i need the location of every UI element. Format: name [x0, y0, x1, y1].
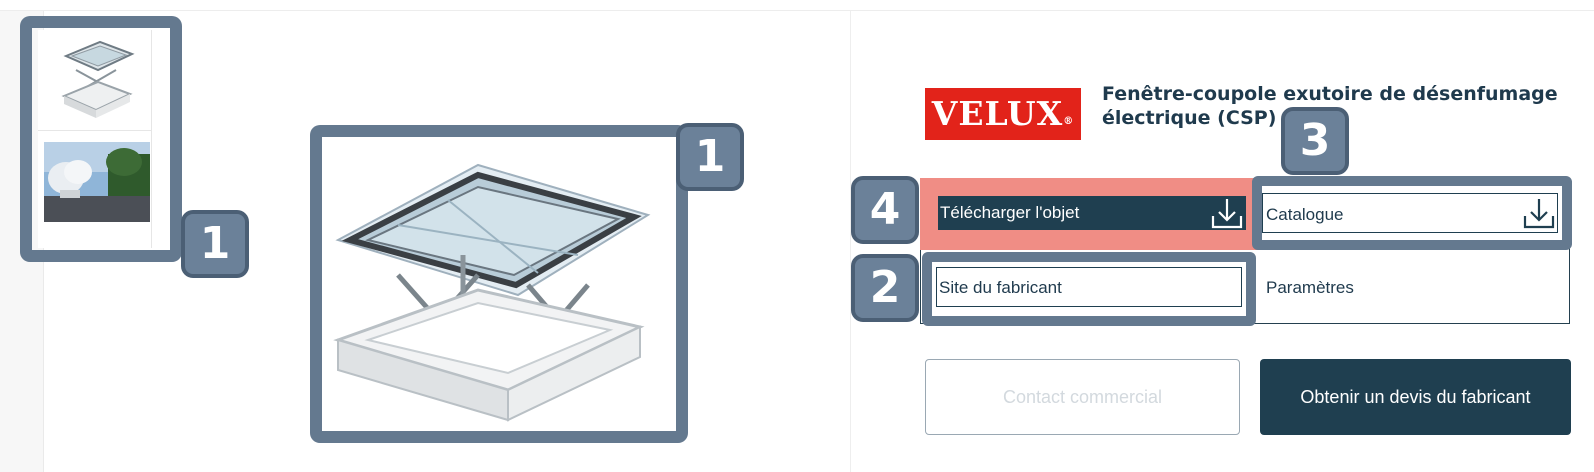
callout-badge-2-manufacturer-site: 2: [851, 254, 919, 322]
velux-logo: VELUX®: [925, 88, 1081, 140]
callout-badge-1-thumbnails: 1: [181, 210, 249, 278]
get-quote-button[interactable]: Obtenir un devis du fabricant: [1260, 359, 1571, 435]
callout-frame-catalog: [1252, 176, 1572, 250]
callout-badge-1-main-image: 1: [676, 123, 744, 191]
callout-frame-thumbnails: [20, 16, 182, 262]
callout-badge-4-download: 4: [851, 176, 919, 244]
callout-frame-manufacturer-site: [922, 252, 1256, 326]
download-object-button[interactable]: Télécharger l'objet: [938, 196, 1246, 230]
top-divider: [0, 10, 1594, 11]
parameters-tab[interactable]: Paramètres: [1266, 276, 1354, 300]
download-object-label: Télécharger l'objet: [940, 203, 1080, 222]
contact-commercial-button[interactable]: Contact commercial: [925, 359, 1240, 435]
callout-frame-main-image: [310, 125, 688, 443]
callout-badge-3-catalog: 3: [1281, 107, 1349, 175]
column-divider: [850, 11, 851, 472]
product-title-line-1: Fenêtre-coupole exutoire de désenfumage: [1102, 83, 1558, 105]
download-icon[interactable]: [1210, 196, 1244, 230]
